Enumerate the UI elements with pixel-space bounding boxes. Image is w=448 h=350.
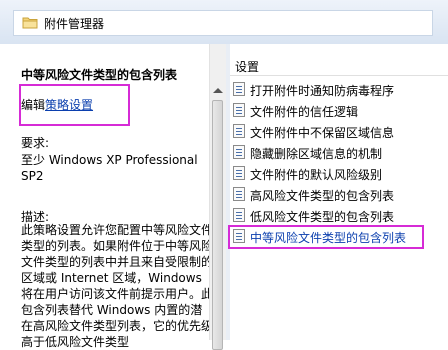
settings-list: 打开附件时通知防病毒程序 文件附件的信任逻辑文件附件中不保留区域信息 隐藏删除区域信… bbox=[228, 80, 448, 249]
requirements-value: 至少 Windows XP Professional SP2 bbox=[21, 153, 198, 183]
selected-item-highlight bbox=[228, 225, 424, 249]
description-text: 此策略设置允许您配置中等风险文件类型的列表。如果附件位于中等风险文件类型的列表中… bbox=[21, 223, 214, 349]
policy-setting-icon bbox=[233, 82, 245, 96]
requirements-label: 要求: bbox=[21, 136, 50, 150]
column-header-label: 设置 bbox=[235, 60, 260, 74]
list-item[interactable]: 打开附件时通知防病毒程序 bbox=[230, 80, 448, 101]
policy-setting-icon bbox=[233, 145, 245, 159]
title-bar: 附件管理器 bbox=[0, 0, 448, 44]
list-item-label: 低风险文件类型的包含列表 bbox=[250, 210, 395, 224]
folder-icon bbox=[22, 17, 38, 29]
list-item[interactable]: 高风险文件类型的包含列表 bbox=[230, 185, 448, 206]
policy-setting-icon bbox=[233, 166, 245, 180]
scrollbar-thumb[interactable] bbox=[212, 100, 223, 350]
list-item-label: 文件附件中不保留区域信息 bbox=[250, 126, 395, 140]
scroll-up-arrow-icon[interactable] bbox=[213, 88, 223, 93]
address-bar[interactable]: 附件管理器 bbox=[13, 10, 433, 36]
list-item-label: 高风险文件类型的包含列表 bbox=[250, 189, 395, 203]
list-item[interactable]: 文件附件的信任逻辑 bbox=[230, 101, 448, 122]
policy-setting-icon bbox=[233, 208, 245, 222]
settings-list-pane: 设置 打开附件时通知防病毒程序 文件附件的信任逻辑文件附件中不保留区域信息 隐藏删除… bbox=[228, 44, 448, 340]
description-scrollbar[interactable] bbox=[209, 44, 226, 350]
list-item[interactable]: 中等风险文件类型的包含列表 bbox=[228, 225, 448, 249]
list-item-label: 文件附件的默认风险级别 bbox=[250, 168, 383, 182]
policy-setting-icon bbox=[233, 187, 245, 201]
list-item-label: 隐藏删除区域信息的机制 bbox=[250, 147, 383, 161]
list-item[interactable]: 隐藏删除区域信息的机制 bbox=[230, 143, 448, 164]
policy-title: 中等风险文件类型的包含列表 bbox=[21, 68, 178, 82]
window-title: 附件管理器 bbox=[44, 17, 105, 31]
list-item-label: 文件附件的信任逻辑 bbox=[250, 105, 359, 119]
list-item[interactable]: 低风险文件类型的包含列表 bbox=[230, 206, 448, 227]
list-item[interactable]: 文件附件中不保留区域信息 bbox=[230, 122, 448, 143]
column-header-settings[interactable]: 设置 bbox=[230, 54, 448, 76]
edit-link-highlight bbox=[19, 84, 130, 126]
policy-setting-icon bbox=[233, 124, 245, 138]
list-item-label: 打开附件时通知防病毒程序 bbox=[250, 84, 395, 98]
list-item[interactable]: 文件附件的默认风险级别 bbox=[230, 164, 448, 185]
description-pane: 中等风险文件类型的包含列表 编辑策略设置 要求: 至少 Windows XP P… bbox=[13, 44, 225, 349]
policy-setting-icon bbox=[233, 103, 245, 117]
